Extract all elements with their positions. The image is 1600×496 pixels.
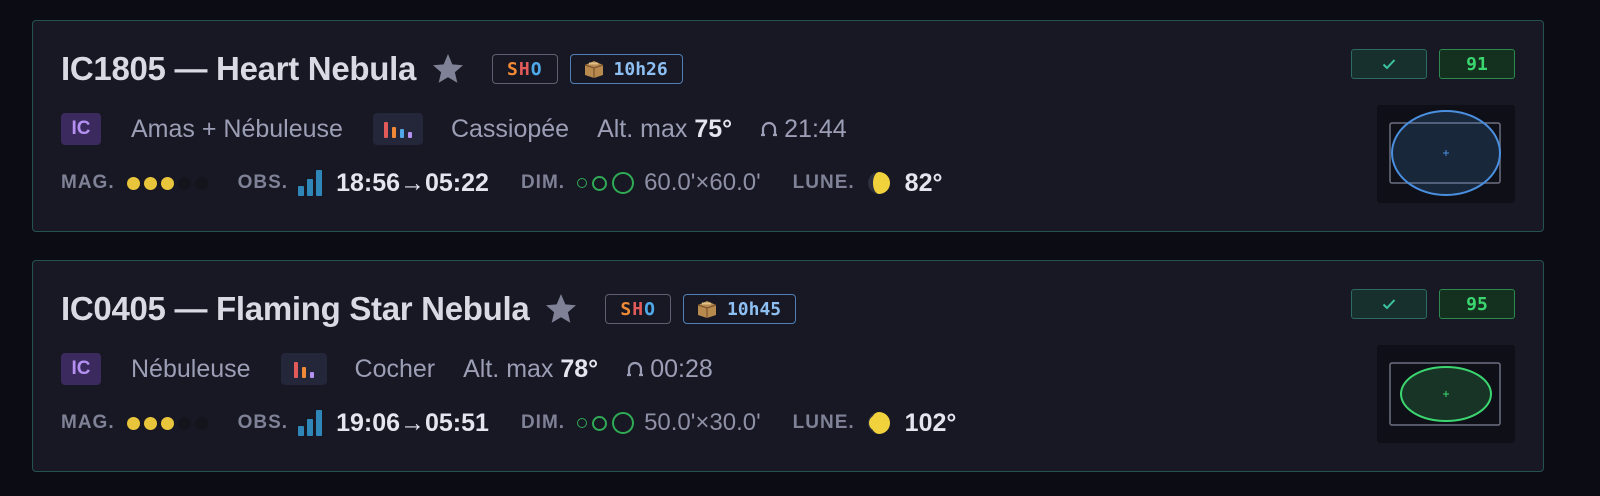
duration-badge: 10h26: [569, 54, 683, 84]
target-card[interactable]: IC1805 — Heart Nebula SHO 10h26 IC Amas …: [32, 20, 1544, 232]
dimensions: 50.0'×30.0': [644, 409, 761, 436]
star-icon[interactable]: [543, 291, 579, 327]
fov-preview-graphic: [1389, 362, 1501, 426]
signal-bars-icon: [298, 170, 323, 196]
mag-label: MAG.: [61, 412, 115, 433]
card-header: IC1805 — Heart Nebula SHO 10h26: [61, 47, 683, 91]
transit-time: 00:28: [626, 355, 713, 384]
constellation: Cassiopée: [450, 114, 570, 143]
magnitude-rating: [126, 416, 208, 430]
mag-label: MAG.: [61, 172, 115, 193]
target-title: IC1805 — Heart Nebula: [61, 50, 417, 87]
dimensions: 60.0'×60.0': [644, 169, 761, 196]
moon-label: LUNE.: [792, 172, 855, 193]
magnitude-rating: [126, 176, 208, 190]
moon-label: LUNE.: [792, 412, 855, 433]
score-badge: 91: [1439, 49, 1515, 79]
moon-icon: [867, 412, 890, 434]
dim-label: DIM.: [520, 412, 566, 433]
filter-badge: SHO: [605, 294, 671, 324]
fov-preview-graphic: [1389, 110, 1501, 196]
fov-preview[interactable]: [1377, 345, 1515, 443]
box-icon: [697, 301, 717, 318]
signal-bars-icon: [298, 410, 323, 436]
card-metrics: MAG. OBS. 18:56→05:22 DIM. 60.0'×60.0' L…: [61, 165, 942, 201]
altitude-max: Alt. max 75°: [597, 114, 733, 143]
moon-separation: 102°: [904, 408, 957, 437]
check-icon: [1382, 299, 1396, 310]
obs-window: 18:56→05:22: [336, 168, 489, 197]
card-header: IC0405 — Flaming Star Nebula SHO 10h45: [61, 287, 797, 331]
histogram-icon[interactable]: [372, 113, 423, 145]
fov-preview[interactable]: [1377, 105, 1515, 203]
constellation: Cocher: [354, 354, 436, 383]
check-button[interactable]: [1351, 49, 1427, 79]
obs-label: OBS.: [237, 412, 289, 433]
object-type: Amas + Nébuleuse: [131, 114, 343, 143]
check-button[interactable]: [1351, 289, 1427, 319]
card-info: IC Nébuleuse Cocher Alt. max 78° 00:28: [61, 349, 713, 389]
moon-icon: [867, 172, 890, 194]
card-info: IC Amas + Nébuleuse Cassiopée Alt. max 7…: [61, 109, 847, 149]
size-circles-icon: [577, 412, 635, 434]
star-icon[interactable]: [430, 51, 466, 87]
check-icon: [1382, 59, 1396, 70]
histogram-icon[interactable]: [280, 353, 327, 385]
target-card[interactable]: IC0405 — Flaming Star Nebula SHO 10h45 I…: [32, 260, 1544, 472]
filter-badge: SHO: [492, 54, 558, 84]
obs-window: 19:06→05:51: [336, 408, 489, 437]
transit-icon: [761, 121, 778, 137]
box-icon: [584, 61, 603, 78]
transit-time: 21:44: [760, 115, 847, 144]
catalog-tag: IC: [61, 353, 101, 385]
object-type: Nébuleuse: [131, 354, 251, 383]
target-title: IC0405 — Flaming Star Nebula: [61, 290, 530, 327]
catalog-tag: IC: [61, 113, 101, 145]
size-circles-icon: [577, 172, 635, 194]
duration-badge: 10h45: [682, 294, 797, 324]
card-metrics: MAG. OBS. 19:06→05:51 DIM. 50.0'×30.0' L…: [61, 405, 956, 441]
dim-label: DIM.: [520, 172, 566, 193]
obs-label: OBS.: [237, 172, 289, 193]
moon-separation: 82°: [904, 168, 943, 197]
transit-icon: [627, 361, 644, 377]
score-badge: 95: [1439, 289, 1515, 319]
altitude-max: Alt. max 78°: [463, 354, 599, 383]
